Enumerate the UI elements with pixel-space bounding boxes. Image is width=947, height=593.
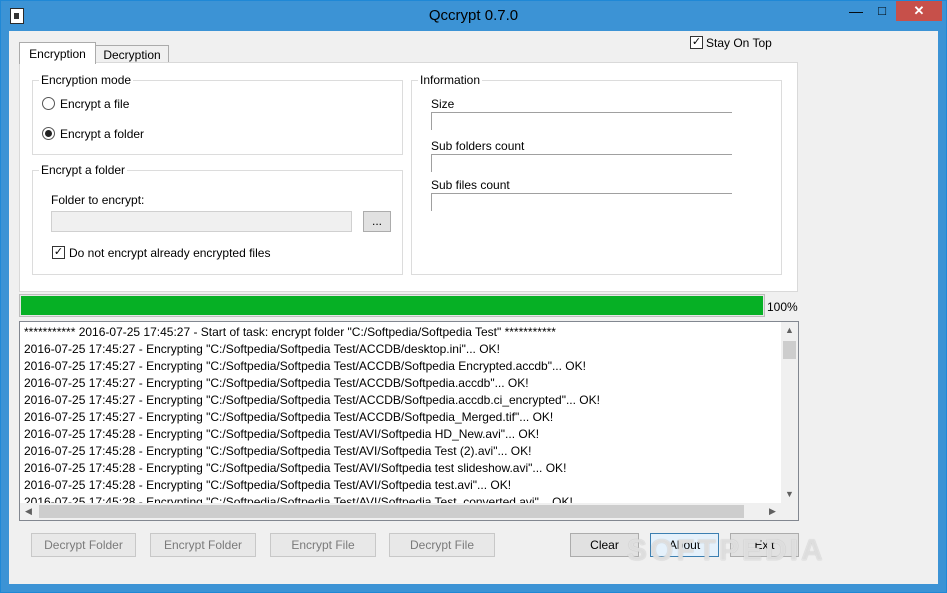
size-label: Size (431, 97, 455, 111)
log-line: 2016-07-25 17:45:28 - Encrypting "C:/Sof… (24, 444, 532, 458)
encrypt-file-button[interactable]: Encrypt File (270, 533, 376, 557)
sub-files-count-label: Sub files count (431, 178, 510, 192)
sub-folders-count-field (431, 154, 432, 172)
decrypt-folder-button[interactable]: Decrypt Folder (31, 533, 136, 557)
scroll-right-icon[interactable]: ▶ (764, 503, 781, 520)
log-line: 2016-07-25 17:45:28 - Encrypting "C:/Sof… (24, 427, 540, 441)
stay-on-top-checkbox[interactable]: ✓ (690, 36, 703, 49)
log-line: 2016-07-25 17:45:27 - Encrypting "C:/Sof… (24, 393, 600, 407)
tab-encryption[interactable]: Encryption (19, 42, 96, 64)
encrypt-folder-radio[interactable] (42, 127, 55, 140)
folder-to-encrypt-label: Folder to encrypt: (51, 193, 145, 207)
close-button[interactable]: ✕ (896, 1, 942, 21)
encryption-mode-title: Encryption mode (39, 73, 134, 87)
information-title: Information (418, 73, 483, 87)
title-bar[interactable]: Qccrypt 0.7.0 — □ ✕ (1, 1, 946, 31)
information-group: Information Size Sub folders count Sub f… (411, 73, 782, 275)
scroll-down-icon[interactable]: ▼ (781, 486, 798, 503)
log-output[interactable]: *********** 2016-07-25 17:45:27 - Start … (19, 321, 799, 521)
browse-folder-button[interactable]: ... (363, 211, 391, 232)
log-line: 2016-07-25 17:45:27 - Encrypting "C:/Sof… (24, 376, 529, 390)
scroll-up-icon[interactable]: ▲ (781, 322, 798, 339)
log-line: 2016-07-25 17:45:27 - Encrypting "C:/Sof… (24, 359, 586, 373)
size-underline (431, 112, 732, 113)
log-lines: *********** 2016-07-25 17:45:27 - Start … (24, 324, 781, 504)
folder-path-input[interactable] (51, 211, 352, 232)
encrypt-file-label[interactable]: Encrypt a file (60, 97, 129, 111)
skip-encrypted-label: Do not encrypt already encrypted files (69, 246, 271, 260)
sub-files-underline (431, 193, 732, 194)
sub-files-count-field (431, 193, 432, 211)
encryption-mode-group: Encryption mode Encrypt a file Encrypt a… (32, 73, 403, 155)
client-area: Encryption Decryption ✓ Stay On Top Encr… (9, 31, 938, 584)
encrypt-folder-button[interactable]: Encrypt Folder (150, 533, 256, 557)
log-line: 2016-07-25 17:45:27 - Encrypting "C:/Sof… (24, 342, 500, 356)
size-field (431, 112, 432, 130)
horizontal-scroll-thumb[interactable] (39, 505, 744, 518)
encrypt-folder-label[interactable]: Encrypt a folder (60, 127, 144, 141)
scroll-left-icon[interactable]: ◀ (20, 503, 37, 520)
horizontal-scrollbar[interactable]: ◀ ▶ (20, 503, 781, 520)
sub-folders-count-label: Sub folders count (431, 139, 525, 153)
encrypt-file-radio[interactable] (42, 97, 55, 110)
progress-fill (21, 296, 763, 315)
log-line: 2016-07-25 17:45:28 - Encrypting "C:/Sof… (24, 461, 567, 475)
scroll-corner (781, 503, 798, 520)
minimize-button[interactable]: — (843, 1, 869, 21)
vertical-scrollbar[interactable]: ▲ ▼ (781, 322, 798, 503)
log-line: 2016-07-25 17:45:28 - Encrypting "C:/Sof… (24, 478, 512, 492)
encrypt-folder-title: Encrypt a folder (39, 163, 128, 177)
softpedia-watermark: SOFTPEDIA (627, 534, 826, 567)
window-title: Qccrypt 0.7.0 (428, 7, 519, 24)
progress-percent: 100% (767, 300, 798, 314)
log-line: *********** 2016-07-25 17:45:27 - Start … (24, 325, 556, 339)
log-line: 2016-07-25 17:45:27 - Encrypting "C:/Sof… (24, 410, 554, 424)
vertical-scroll-thumb[interactable] (783, 341, 796, 359)
encrypt-folder-group: Encrypt a folder Folder to encrypt: ... … (32, 163, 403, 275)
skip-encrypted-checkbox[interactable]: ✓ (52, 246, 65, 259)
encryption-tab-panel: Encryption mode Encrypt a file Encrypt a… (19, 62, 798, 292)
sub-folders-underline (431, 154, 732, 155)
progress-bar (19, 294, 765, 317)
maximize-button[interactable]: □ (869, 1, 895, 21)
stay-on-top-label: Stay On Top (706, 36, 772, 50)
app-window: Qccrypt 0.7.0 — □ ✕ Encryption Decryptio… (0, 0, 947, 593)
decrypt-file-button[interactable]: Decrypt File (389, 533, 495, 557)
